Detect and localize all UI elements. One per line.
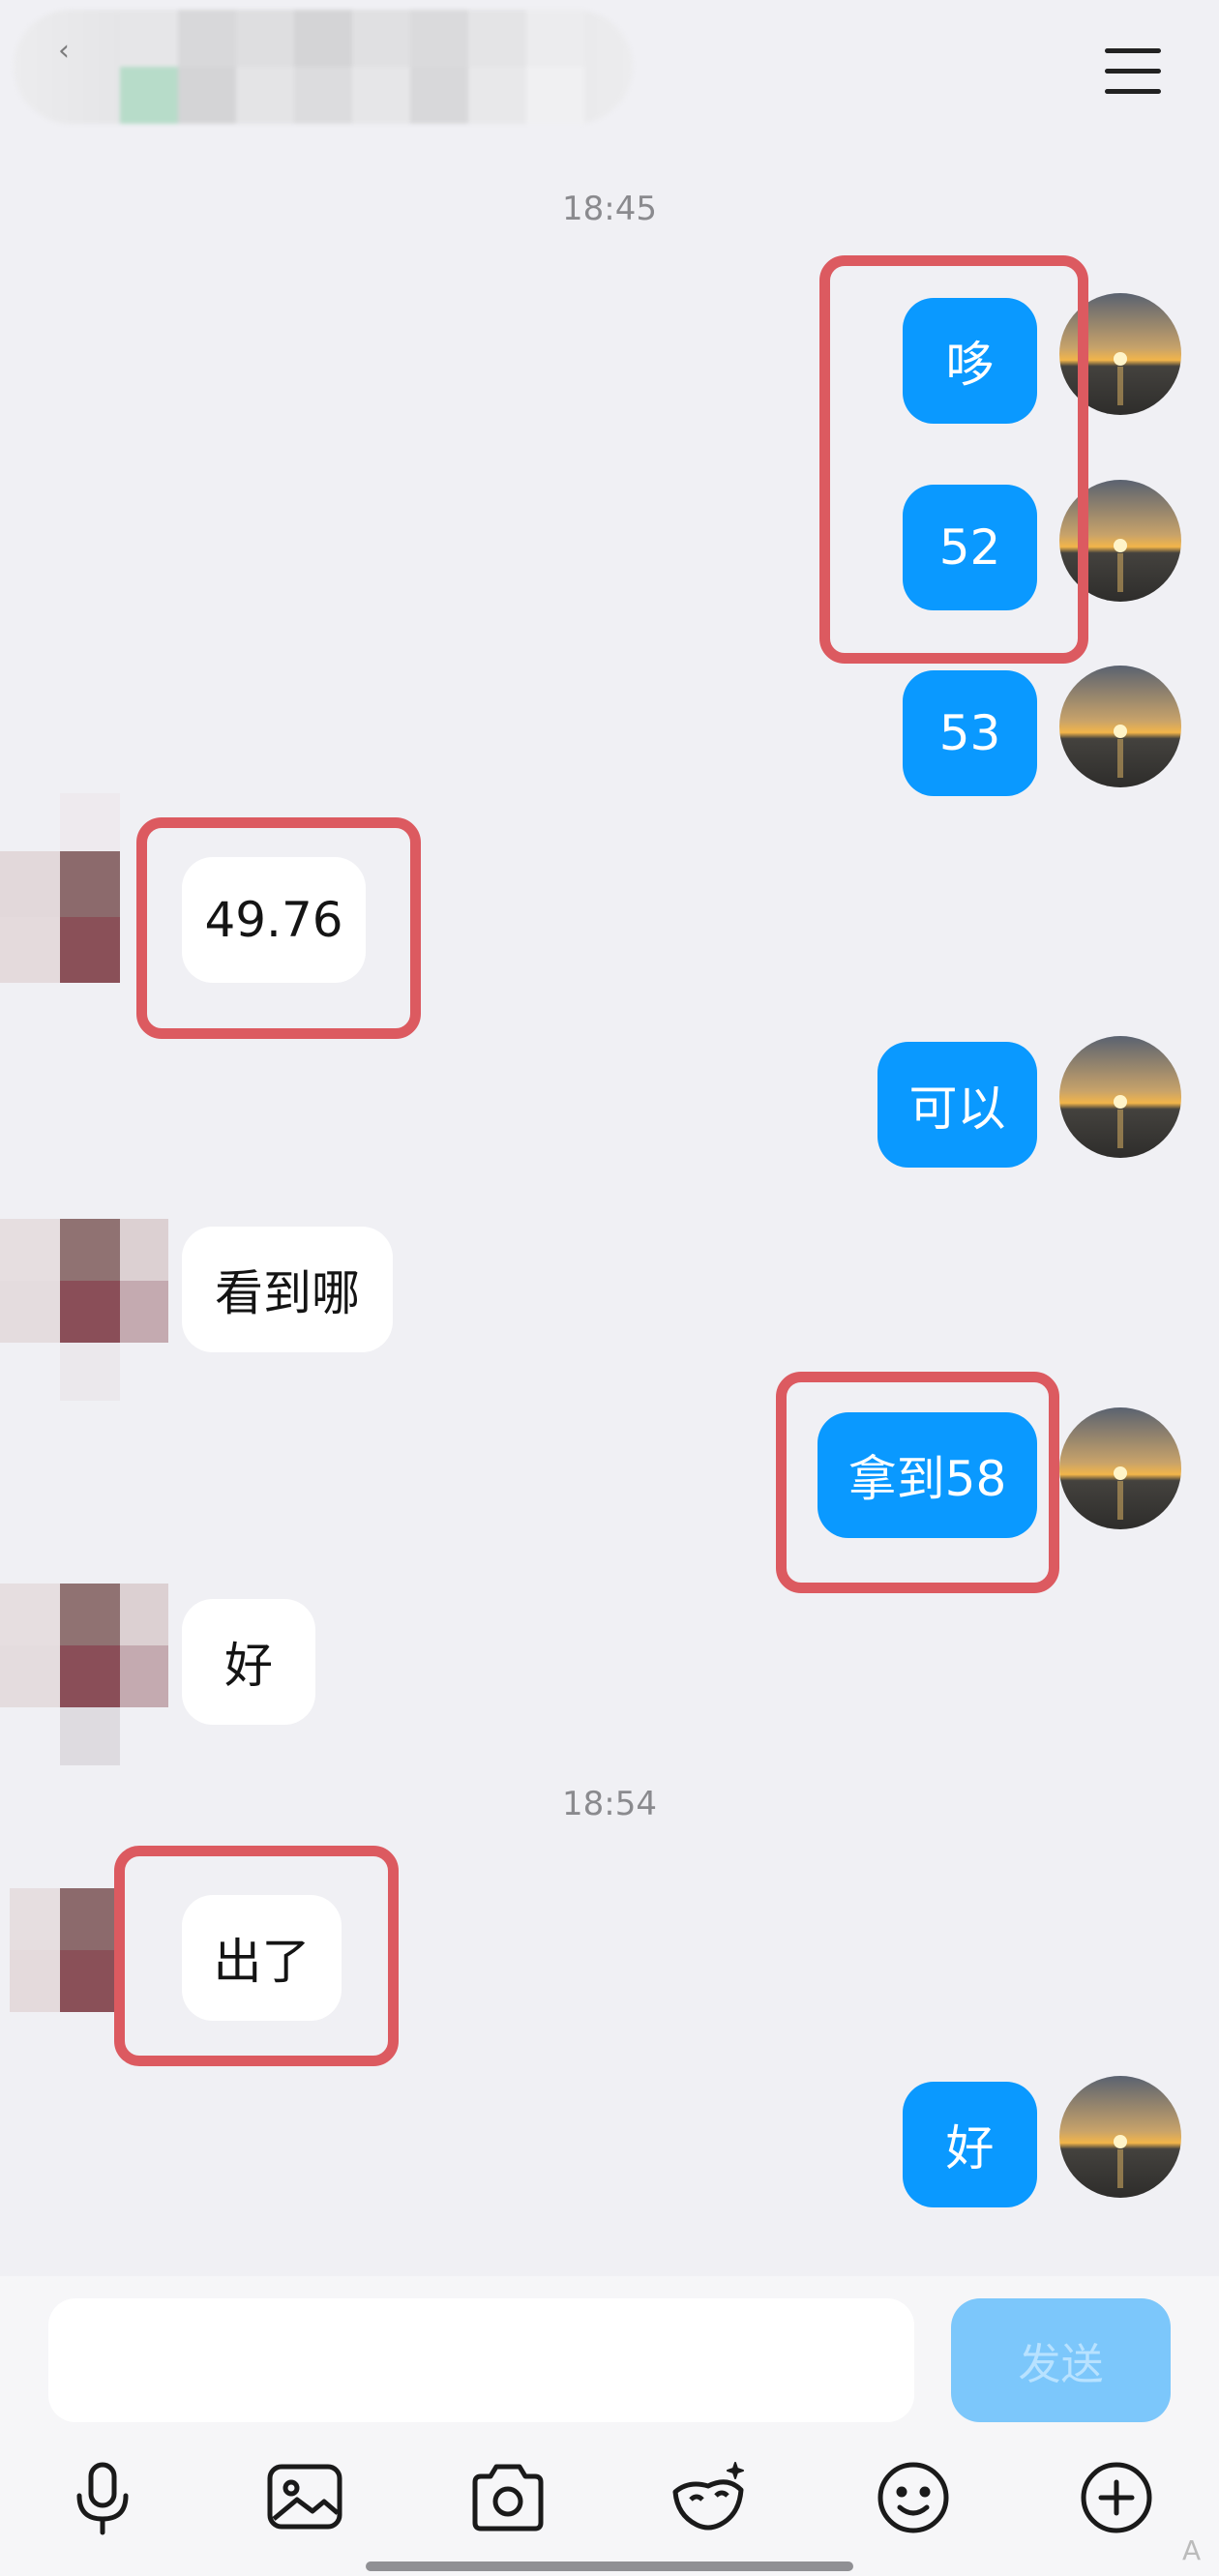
blurred-contact-name	[14, 10, 633, 124]
highlight-box	[114, 1846, 399, 2066]
my-avatar[interactable]	[1059, 666, 1181, 787]
my-avatar[interactable]	[1059, 2076, 1181, 2198]
outgoing-message[interactable]: 53	[903, 670, 1037, 796]
outgoing-message[interactable]: 好	[903, 2082, 1037, 2207]
send-button[interactable]: 发送	[951, 2298, 1171, 2422]
back-arrow-icon[interactable]: ‹	[58, 37, 87, 66]
watermark-letter: A	[1182, 2534, 1202, 2566]
highlight-box	[776, 1372, 1059, 1593]
outgoing-message[interactable]: 可以	[877, 1042, 1037, 1168]
timestamp: 18:54	[562, 1785, 657, 1823]
my-avatar[interactable]	[1059, 1036, 1181, 1158]
incoming-message[interactable]: 看到哪	[182, 1227, 393, 1352]
camera-icon[interactable]	[467, 2457, 549, 2538]
chat-header: ‹	[0, 0, 1219, 155]
incoming-message[interactable]: 好	[182, 1599, 315, 1725]
image-icon[interactable]	[264, 2457, 345, 2538]
plus-icon[interactable]	[1076, 2457, 1157, 2538]
emoji-icon[interactable]	[873, 2457, 954, 2538]
menu-icon[interactable]	[1101, 44, 1169, 99]
my-avatar[interactable]	[1059, 1407, 1181, 1529]
peer-avatar[interactable]	[0, 1584, 174, 1777]
highlight-box	[136, 817, 421, 1039]
peer-avatar[interactable]	[0, 1219, 174, 1412]
microphone-icon[interactable]	[62, 2457, 143, 2538]
highlight-box	[819, 255, 1088, 664]
home-indicator[interactable]	[366, 2561, 853, 2571]
timestamp: 18:45	[562, 190, 657, 228]
mask-icon[interactable]	[669, 2457, 751, 2538]
message-input[interactable]	[48, 2298, 914, 2422]
